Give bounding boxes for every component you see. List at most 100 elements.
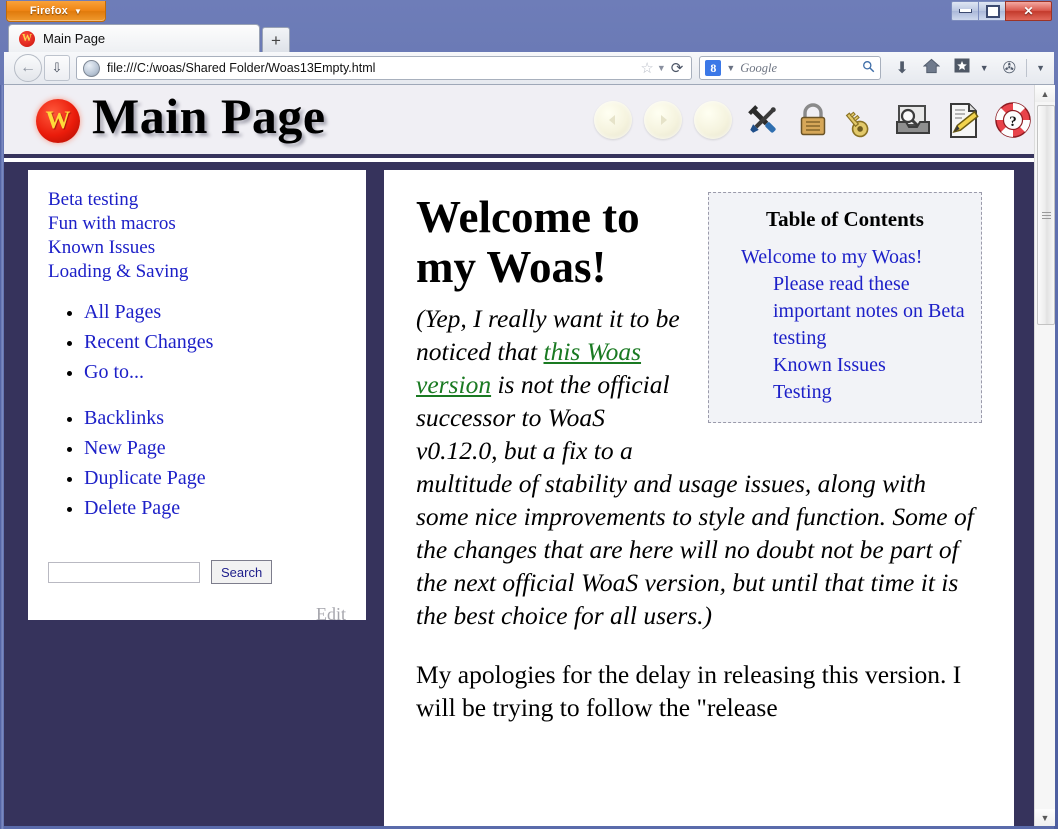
wiki-toolbar: ? xyxy=(590,97,1036,143)
maximize-button[interactable] xyxy=(978,1,1007,21)
lock-icon xyxy=(794,100,832,140)
bookmark-star-icon[interactable]: ☆ xyxy=(640,59,653,77)
wiki-find-button[interactable] xyxy=(890,97,936,143)
scroll-down-button[interactable]: ▼ xyxy=(1035,809,1055,826)
chevron-down-icon[interactable]: ▼ xyxy=(726,63,735,73)
minimize-button[interactable] xyxy=(951,1,980,21)
overflow-chevron-down-icon[interactable]: ▼ xyxy=(1036,63,1045,73)
chevron-down-icon[interactable]: ▼ xyxy=(980,63,989,73)
sidebar: Beta testing Fun with macros Known Issue… xyxy=(28,170,366,620)
wiki-tools-button[interactable] xyxy=(740,97,786,143)
page-viewport: W Main Page xyxy=(4,85,1054,826)
magnifier-glyph xyxy=(862,60,875,73)
list-item: New Page xyxy=(84,434,346,464)
wiki-lock-button[interactable] xyxy=(790,97,836,143)
sidebar-item-duplicate-page[interactable]: Duplicate Page xyxy=(84,467,206,489)
article-content: Table of Contents Welcome to my Woas! Pl… xyxy=(384,170,1014,826)
toolbar-divider xyxy=(1026,59,1027,77)
sidebar-item-known-issues[interactable]: Known Issues xyxy=(48,236,346,260)
list-item: Recent Changes xyxy=(84,328,346,358)
title-bar: Firefox ▼ ✕ xyxy=(0,0,1058,22)
sidebar-item-recent-changes[interactable]: Recent Changes xyxy=(84,331,213,353)
wiki-forward-button[interactable] xyxy=(640,97,686,143)
second-paragraph: My apologies for the delay in releasing … xyxy=(416,658,982,724)
sidebar-search-row: Search xyxy=(48,560,346,584)
page-title: Main Page xyxy=(92,87,326,145)
forward-arrow-icon xyxy=(644,101,682,139)
back-arrow-icon: ← xyxy=(20,59,36,77)
maximize-icon xyxy=(986,5,1000,18)
scrollbar-thumb[interactable] xyxy=(1037,105,1055,325)
toc-title: Table of Contents xyxy=(719,207,971,232)
wiki-key-button[interactable] xyxy=(840,97,886,143)
tab-main-page[interactable]: W Main Page xyxy=(8,24,260,52)
wiki-help-button[interactable]: ? xyxy=(990,97,1036,143)
close-icon: ✕ xyxy=(1023,4,1033,18)
svg-text:?: ? xyxy=(1009,114,1017,130)
list-item: Duplicate Page xyxy=(84,464,346,494)
woas-logo-icon: W xyxy=(36,99,80,143)
vertical-scrollbar[interactable]: ▲ ▼ xyxy=(1034,85,1055,826)
tab-strip: W Main Page + xyxy=(0,22,1058,52)
addon-icon[interactable]: ✇ xyxy=(1003,58,1016,78)
search-input[interactable]: Google xyxy=(740,61,862,76)
sidebar-item-delete-page[interactable]: Delete Page xyxy=(84,497,180,519)
key-icon xyxy=(844,101,882,139)
list-item: Delete Page xyxy=(84,494,346,524)
back-arrow-glyph xyxy=(605,112,621,128)
firefox-menu-button[interactable]: Firefox ▼ xyxy=(6,1,106,22)
sidebar-item-beta-testing[interactable]: Beta testing xyxy=(48,188,346,212)
sidebar-list-page-actions: Backlinks New Page Duplicate Page Delete… xyxy=(48,404,346,524)
google-icon[interactable]: 8 xyxy=(705,60,721,76)
sidebar-item-go-to[interactable]: Go to... xyxy=(84,361,144,383)
sidebar-item-fun-with-macros[interactable]: Fun with macros xyxy=(48,212,346,236)
sidebar-item-backlinks[interactable]: Backlinks xyxy=(84,407,164,429)
download-box-icon: ⇩ xyxy=(52,60,63,76)
minimize-icon xyxy=(959,9,972,13)
sidebar-item-new-page[interactable]: New Page xyxy=(84,437,166,459)
scroll-up-button[interactable]: ▲ xyxy=(1035,85,1055,102)
home-icon[interactable] xyxy=(923,58,940,79)
plus-icon: + xyxy=(271,32,281,49)
page-actions-button[interactable]: ⇩ xyxy=(44,55,70,81)
chevron-down-icon[interactable]: ▼ xyxy=(657,63,666,73)
wiki-back-button[interactable] xyxy=(590,97,636,143)
toc-entry-welcome[interactable]: Welcome to my Woas! xyxy=(719,244,971,271)
home-icon xyxy=(694,101,732,139)
wiki-header: W Main Page xyxy=(4,85,1054,158)
bookmarks-icon[interactable] xyxy=(954,58,970,78)
search-button[interactable]: Search xyxy=(211,560,272,584)
list-item: Backlinks xyxy=(84,404,346,434)
toc-entry-beta-testing[interactable]: Please read these important notes on Bet… xyxy=(719,271,971,352)
chevron-down-icon: ▼ xyxy=(74,7,82,16)
toc-entry-known-issues[interactable]: Known Issues xyxy=(719,352,971,379)
search-bar[interactable]: 8 ▼ Google xyxy=(699,56,881,80)
wiki-body: Beta testing Fun with macros Known Issue… xyxy=(4,162,1054,826)
search-magnifier-icon[interactable] xyxy=(862,60,875,76)
search-input[interactable] xyxy=(48,562,200,583)
find-search-icon xyxy=(893,102,933,138)
help-lifering-icon: ? xyxy=(993,100,1033,140)
globe-icon xyxy=(83,60,100,77)
forward-arrow-glyph xyxy=(655,112,671,128)
wiki-home-button[interactable] xyxy=(690,97,736,143)
sidebar-item-loading-saving[interactable]: Loading & Saving xyxy=(48,260,346,284)
back-button[interactable]: ← xyxy=(14,54,42,82)
toc-entry-testing[interactable]: Testing xyxy=(719,379,971,406)
edit-pencil-icon xyxy=(945,101,981,139)
reload-icon[interactable]: ⟳ xyxy=(671,59,684,77)
download-icon[interactable]: ⬇ xyxy=(895,58,908,78)
home-glyph xyxy=(923,58,940,74)
table-of-contents: Table of Contents Welcome to my Woas! Pl… xyxy=(708,192,982,423)
wiki-edit-button[interactable] xyxy=(940,97,986,143)
url-bar[interactable]: file:///C:/woas/Shared Folder/Woas13Empt… xyxy=(76,56,692,80)
sidebar-item-all-pages[interactable]: All Pages xyxy=(84,301,161,323)
new-tab-button[interactable]: + xyxy=(262,27,290,53)
bookmark-star-glyph xyxy=(954,58,970,73)
article-heading: Welcome to my Woas! xyxy=(416,192,686,292)
list-item: Go to... xyxy=(84,358,346,388)
list-item: All Pages xyxy=(84,298,346,328)
close-button[interactable]: ✕ xyxy=(1005,1,1052,21)
edit-link[interactable]: Edit xyxy=(48,604,346,625)
url-text: file:///C:/woas/Shared Folder/Woas13Empt… xyxy=(107,61,640,75)
